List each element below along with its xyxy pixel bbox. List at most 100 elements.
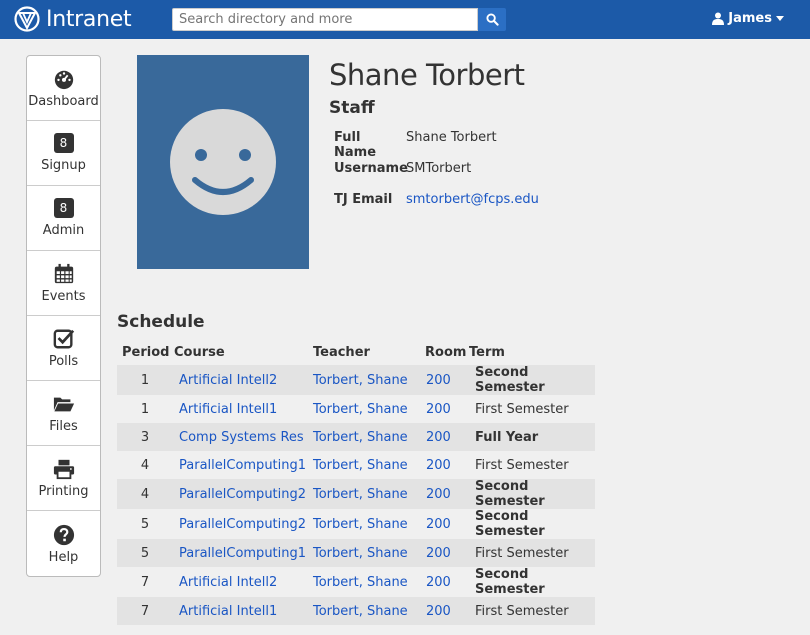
period-cell: 1 (140, 372, 150, 388)
room-link[interactable]: 200 (426, 517, 451, 532)
profile-role: Staff (329, 98, 375, 118)
term-column-cell: First Semester (469, 539, 595, 567)
sidebar-item-admin[interactable]: 8 Admin (27, 186, 100, 251)
sidebar-item-polls[interactable]: Polls (27, 316, 100, 381)
teacher-column-cell: Torbert, Shane (313, 509, 423, 539)
course-link[interactable]: ParallelComputing2 (179, 487, 306, 502)
course-link[interactable]: ParallelComputing1 (179, 546, 306, 561)
chevron-down-icon (776, 16, 784, 21)
course-column-cell: ParallelComputing1 (173, 539, 313, 567)
term-cell: First Semester (475, 457, 569, 473)
period-column-cell: 3 (117, 423, 173, 451)
search-icon (485, 13, 499, 26)
brand-name: Intranet (46, 6, 132, 32)
room-link[interactable]: 200 (426, 430, 451, 445)
room-link[interactable]: 200 (426, 575, 451, 590)
user-menu[interactable]: James (712, 11, 784, 26)
table-row: 1 Artificial Intell2 Torbert, Shane 200 Seco… (117, 365, 595, 395)
column-header-room: Room (425, 344, 467, 360)
room-link[interactable]: 200 (426, 487, 451, 502)
teacher-link[interactable]: Torbert, Shane (313, 604, 408, 619)
term-column-cell: Full Year (469, 423, 595, 451)
term-cell: First Semester (475, 401, 569, 417)
course-link[interactable]: Artificial Intell1 (179, 604, 277, 619)
course-link[interactable]: ParallelComputing2 (179, 517, 306, 532)
column-header-teacher: Teacher (313, 344, 370, 360)
teacher-link[interactable]: Torbert, Shane (313, 458, 408, 473)
search-input[interactable] (172, 8, 478, 31)
sidebar-item-events[interactable]: Events (27, 251, 100, 316)
period-column-cell: 5 (117, 539, 173, 567)
checkbox-icon (52, 327, 76, 351)
teacher-link[interactable]: Torbert, Shane (313, 402, 408, 417)
sidebar-item-signup[interactable]: 8 Signup (27, 121, 100, 186)
teacher-link[interactable]: Torbert, Shane (313, 575, 408, 590)
term-column-cell: Second Semester (469, 365, 595, 395)
teacher-link[interactable]: Torbert, Shane (313, 546, 408, 561)
info-value: Shane Torbert (406, 130, 497, 145)
period-cell: 4 (140, 486, 150, 502)
course-column-cell: Artificial Intell1 (173, 395, 313, 423)
intranet-logo-icon (14, 6, 40, 32)
room-link[interactable]: 200 (426, 546, 451, 561)
info-label: TJ Email (334, 192, 393, 207)
period-cell: 1 (140, 401, 150, 417)
schedule-heading: Schedule (117, 312, 205, 332)
teacher-link[interactable]: Torbert, Shane (313, 487, 408, 502)
period-cell: 5 (140, 516, 150, 532)
teacher-column-cell: Torbert, Shane (313, 451, 423, 479)
course-column-cell: ParallelComputing2 (173, 509, 313, 539)
sidebar-item-label: Events (41, 289, 86, 304)
teacher-column-cell: Torbert, Shane (313, 567, 423, 597)
room-link[interactable]: 200 (426, 604, 451, 619)
teacher-link[interactable]: Torbert, Shane (313, 430, 408, 445)
sidebar-item-dashboard[interactable]: Dashboard (27, 56, 100, 121)
sidebar: Dashboard 8 Signup 8 Admin Events Polls … (26, 55, 101, 577)
sidebar-item-label: Help (48, 549, 79, 565)
course-column-cell: ParallelComputing1 (173, 451, 313, 479)
room-column-cell: 200 (423, 395, 469, 423)
user-icon (712, 12, 725, 25)
term-column-cell: First Semester (469, 395, 595, 423)
course-link[interactable]: Comp Systems Res (179, 430, 304, 445)
table-row: 7 Artificial Intell1 Torbert, Shane 200 Firs… (117, 597, 595, 625)
teacher-column-cell: Torbert, Shane (313, 597, 423, 625)
term-column-cell: First Semester (469, 451, 595, 479)
term-column-cell: Second Semester (469, 567, 595, 597)
room-link[interactable]: 200 (426, 402, 451, 417)
sidebar-item-files[interactable]: Files (27, 381, 100, 446)
term-cell: Second Semester (475, 479, 545, 509)
sidebar-item-help[interactable]: Help (27, 511, 100, 576)
period-cell: 5 (140, 545, 150, 561)
course-column-cell: ParallelComputing2 (173, 479, 313, 509)
sidebar-item-printing[interactable]: Printing (27, 446, 100, 511)
course-link[interactable]: ParallelComputing1 (179, 458, 306, 473)
teacher-column-cell: Torbert, Shane (313, 539, 423, 567)
sidebar-item-label: Printing (38, 484, 89, 499)
course-link[interactable]: Artificial Intell2 (179, 575, 277, 590)
room-column-cell: 200 (423, 539, 469, 567)
term-column-cell: First Semester (469, 597, 595, 625)
teacher-link[interactable]: Torbert, Shane (313, 373, 408, 388)
intranet-logo[interactable]: Intranet (14, 5, 132, 33)
course-link[interactable]: Artificial Intell1 (179, 402, 277, 417)
column-header-period: Period (122, 344, 170, 360)
period-cell: 3 (140, 429, 150, 445)
folder-icon (52, 392, 76, 416)
period-cell: 7 (140, 603, 150, 619)
room-link[interactable]: 200 (426, 458, 451, 473)
teacher-column-cell: Torbert, Shane (313, 423, 423, 451)
info-row-email: TJ Email smtorbert@fcps.edu (334, 192, 539, 207)
smiley-avatar-icon (170, 109, 276, 215)
signup-count-badge: 8 (53, 133, 74, 153)
email-link[interactable]: smtorbert@fcps.edu (406, 192, 539, 207)
column-header-course: Course (174, 344, 225, 360)
teacher-column-cell: Torbert, Shane (313, 479, 423, 509)
teacher-link[interactable]: Torbert, Shane (313, 517, 408, 532)
course-link[interactable]: Artificial Intell2 (179, 373, 277, 388)
search-button[interactable] (478, 8, 506, 31)
term-cell: First Semester (475, 545, 569, 561)
period-column-cell: 7 (117, 567, 173, 597)
period-column-cell: 4 (117, 451, 173, 479)
room-link[interactable]: 200 (426, 373, 451, 388)
